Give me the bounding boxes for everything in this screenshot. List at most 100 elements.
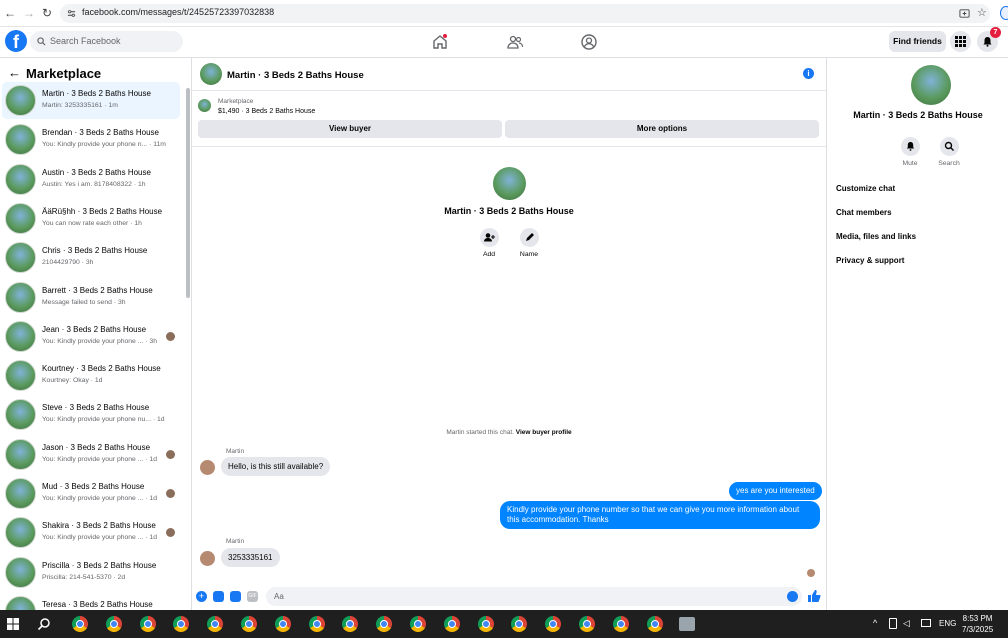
more-options-button[interactable]: More options	[505, 120, 819, 138]
media-files-links-item[interactable]: Media, files and links	[836, 232, 916, 241]
chevron-up-icon[interactable]: ^	[873, 618, 877, 628]
mute-label: Mute	[902, 160, 918, 167]
install-app-icon[interactable]	[959, 8, 970, 19]
chrome-taskbar-icon[interactable]	[376, 616, 393, 632]
chrome-taskbar-icon[interactable]	[443, 616, 460, 632]
conversation-preview: Martin: 3253335161 · 1m	[42, 102, 118, 109]
details-avatar[interactable]	[911, 65, 951, 105]
browser-toolbar: ← → ↻ facebook.com/messages/t/2452572339…	[0, 0, 1008, 27]
message-outgoing[interactable]: Kindly provide your phone number so that…	[500, 501, 820, 529]
panel-title: Marketplace	[26, 66, 102, 81]
profile-avatar[interactable]	[1000, 6, 1008, 20]
chrome-taskbar-icon[interactable]	[241, 616, 257, 632]
battery-icon[interactable]	[889, 618, 897, 629]
search-icon[interactable]	[37, 617, 51, 631]
listing-thumbnail	[198, 99, 211, 112]
conversation-name: Jason · 3 Beds 2 Baths House	[42, 442, 151, 452]
chrome-taskbar-icon[interactable]	[579, 616, 595, 632]
notifications-button[interactable]: 7	[977, 27, 1001, 52]
message-incoming[interactable]: 3253335161	[221, 548, 280, 567]
chat-avatar[interactable]	[200, 63, 222, 85]
message-incoming[interactable]: Hello, is this still available?	[221, 457, 331, 476]
chrome-taskbar-icon[interactable]	[207, 616, 224, 632]
seen-avatar	[166, 449, 175, 459]
chrome-taskbar-icon[interactable]	[646, 616, 663, 632]
friends-icon[interactable]	[506, 33, 524, 51]
conversation-item[interactable]: Chris · 3 Beds 2 Baths House 2104429790 ·…	[2, 239, 180, 276]
network-icon[interactable]	[921, 619, 931, 627]
facebook-logo-icon[interactable]: f	[5, 30, 27, 52]
language-indicator[interactable]: ENG	[939, 619, 956, 628]
sender-avatar[interactable]	[200, 460, 215, 475]
back-arrow-icon[interactable]: ←	[3, 6, 17, 20]
system-clock[interactable]: 8:53 PM 7/3/2025	[962, 613, 993, 635]
profile-menu-icon[interactable]	[580, 33, 598, 51]
conversation-item[interactable]: Teresa · 3 Beds 2 Baths House	[2, 593, 180, 610]
chrome-taskbar-icon[interactable]	[545, 616, 562, 632]
chrome-taskbar-icon[interactable]	[72, 616, 88, 632]
privacy-support-item[interactable]: Privacy & support	[836, 256, 904, 265]
app-icon[interactable]	[679, 617, 695, 631]
chrome-taskbar-icon[interactable]	[612, 616, 629, 632]
chrome-taskbar-icon[interactable]	[410, 616, 426, 632]
thumbs-up-icon[interactable]	[807, 589, 821, 603]
address-bar[interactable]: facebook.com/messages/t/2452572339703283…	[60, 4, 990, 23]
conversation-item[interactable]: Priscilla · 3 Beds 2 Baths House Priscill…	[2, 554, 180, 591]
home-icon[interactable]	[431, 33, 449, 51]
sender-name: Martin	[226, 448, 245, 455]
view-buyer-button[interactable]: View buyer	[198, 120, 502, 138]
chat-members-item[interactable]: Chat members	[836, 208, 892, 217]
info-icon[interactable]: i	[803, 68, 814, 79]
add-people-action[interactable]: Add	[469, 228, 509, 258]
edit-name-action[interactable]: Name	[509, 228, 549, 258]
mute-action[interactable]: Mute	[892, 137, 928, 167]
chrome-taskbar-icon[interactable]	[173, 616, 190, 632]
site-settings-icon[interactable]	[67, 9, 76, 18]
details-name: Martin · 3 Beds 2 Baths House	[853, 110, 983, 120]
conversation-item[interactable]: Barrett · 3 Beds 2 Baths House Message fa…	[2, 279, 180, 316]
chrome-taskbar-icon[interactable]	[308, 616, 325, 632]
view-buyer-profile-link[interactable]: View buyer profile	[516, 429, 572, 436]
emoji-icon[interactable]	[787, 591, 798, 602]
conversation-item[interactable]: ÄäRü§hh · 3 Beds 2 Baths House You can no…	[2, 200, 180, 237]
conversation-item[interactable]: Steve · 3 Beds 2 Baths House You: Kindly …	[2, 396, 180, 433]
conversation-item[interactable]: Jason · 3 Beds 2 Baths House You: Kindly …	[2, 436, 180, 473]
windows-start-icon[interactable]	[7, 618, 19, 630]
forward-arrow-icon[interactable]: →	[22, 6, 36, 20]
message-outgoing[interactable]: yes are you interested	[729, 482, 822, 500]
search-icon	[939, 137, 959, 156]
chrome-taskbar-icon[interactable]	[105, 616, 122, 632]
conversation-item[interactable]: Jean · 3 Beds 2 Baths House You: Kindly p…	[2, 318, 180, 355]
chrome-taskbar-icon[interactable]	[477, 616, 494, 632]
back-arrow-icon[interactable]: ←	[8, 65, 21, 80]
chat-title[interactable]: Martin · 3 Beds 2 Baths House	[227, 70, 364, 81]
sticker-icon[interactable]	[230, 591, 241, 602]
conversation-name: ÄäRü§hh · 3 Beds 2 Baths House	[42, 206, 163, 216]
message-input[interactable]: Aa	[266, 587, 802, 606]
reload-icon[interactable]: ↻	[40, 6, 54, 20]
bookmark-star-icon[interactable]: ☆	[977, 6, 987, 19]
conversation-item[interactable]: Martin · 3 Beds 2 Baths House Martin: 325…	[2, 82, 180, 119]
conversation-item[interactable]: Mud · 3 Beds 2 Baths House You: Kindly pr…	[2, 475, 180, 512]
listing-price: $1,490 · 3 Beds 2 Baths House	[218, 108, 316, 115]
conversation-item[interactable]: Brendan · 3 Beds 2 Baths House You: Kindl…	[2, 121, 180, 158]
volume-muted-icon[interactable]: ◁	[903, 618, 910, 629]
conversation-avatar	[5, 399, 36, 431]
chrome-taskbar-icon[interactable]	[511, 616, 528, 632]
conversation-item[interactable]: Shakira · 3 Beds 2 Baths House You: Kindl…	[2, 514, 180, 551]
chrome-taskbar-icon[interactable]	[139, 616, 156, 632]
chrome-taskbar-icon[interactable]	[274, 616, 291, 632]
search-facebook-input[interactable]: Search Facebook	[30, 31, 183, 52]
conversation-item[interactable]: Kourtney · 3 Beds 2 Baths House Kourtney:…	[2, 357, 180, 394]
search-in-chat-action[interactable]: Search	[931, 137, 967, 167]
plus-icon[interactable]: +	[196, 591, 207, 602]
customize-chat-item[interactable]: Customize chat	[836, 184, 895, 193]
scrollbar[interactable]	[186, 88, 190, 298]
sender-avatar[interactable]	[200, 551, 215, 566]
gif-icon[interactable]: GIF	[247, 591, 258, 602]
menu-grid-button[interactable]	[950, 31, 971, 52]
chrome-taskbar-icon[interactable]	[342, 616, 359, 632]
find-friends-button[interactable]: Find friends	[889, 31, 946, 52]
photo-icon[interactable]	[213, 591, 224, 602]
conversation-item[interactable]: Austin · 3 Beds 2 Baths House Austin: Yes…	[2, 161, 180, 198]
